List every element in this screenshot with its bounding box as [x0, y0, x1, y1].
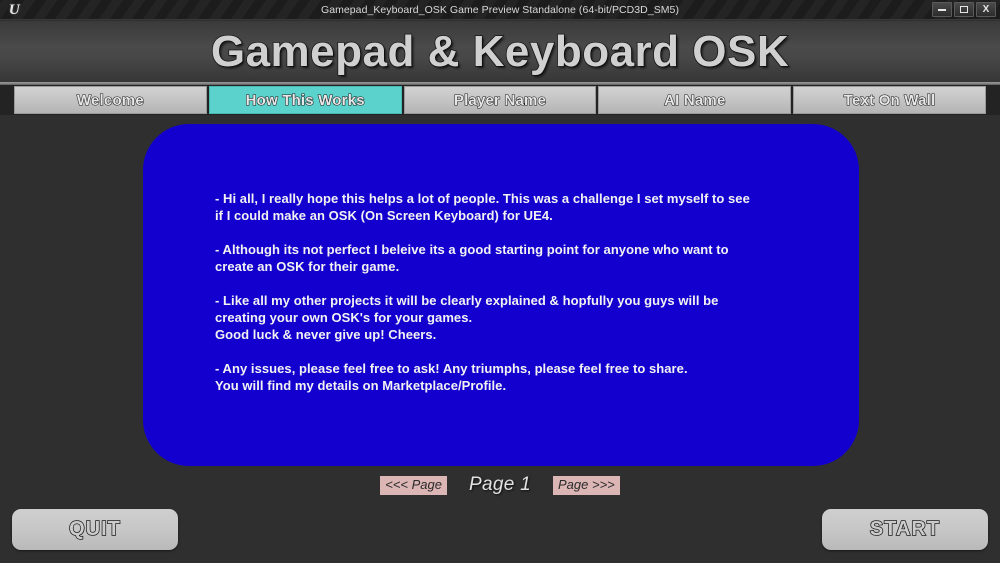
paragraph: - Although its not perfect I beleive its…: [215, 241, 809, 275]
tab-bar: Welcome How This Works Player Name AI Na…: [0, 85, 1000, 115]
panel-body-text: - Hi all, I really hope this helps a lot…: [215, 190, 809, 394]
text-line: - Hi all, I really hope this helps a lot…: [215, 191, 750, 206]
previous-page-button[interactable]: <<< Page: [380, 475, 447, 495]
page-title: Gamepad & Keyboard OSK: [210, 26, 790, 76]
next-page-button[interactable]: Page >>>: [553, 475, 620, 495]
tab-how-this-works[interactable]: How This Works: [208, 86, 402, 114]
start-button-label: START: [869, 517, 941, 541]
text-line: - Any issues, please feel free to ask! A…: [215, 361, 688, 376]
tab-label: How This Works: [245, 91, 365, 109]
tab-welcome[interactable]: Welcome: [14, 86, 207, 114]
game-preview-window: U Gamepad_Keyboard_OSK Game Preview Stan…: [0, 0, 1000, 563]
tab-player-name[interactable]: Player Name: [403, 86, 597, 114]
paragraph: - Hi all, I really hope this helps a lot…: [215, 190, 809, 224]
quit-button[interactable]: QUIT: [12, 509, 178, 550]
content-panel: - Hi all, I really hope this helps a lot…: [143, 124, 859, 466]
tab-label: AI Name: [664, 91, 726, 109]
minimize-button[interactable]: [932, 2, 952, 17]
unreal-engine-logo-icon: U: [8, 1, 20, 18]
paragraph: - Like all my other projects it will be …: [215, 292, 809, 343]
text-line: creating your own OSK's for your games.: [215, 310, 473, 325]
quit-button-label: QUIT: [68, 517, 121, 541]
close-button[interactable]: X: [976, 2, 996, 17]
tab-label: Player Name: [453, 91, 547, 109]
close-icon: X: [982, 3, 990, 15]
tab-ai-name[interactable]: AI Name: [598, 86, 792, 114]
text-line: if I could make an OSK (On Screen Keyboa…: [215, 208, 553, 223]
tab-label: Welcome: [76, 91, 144, 109]
window-titlebar: U Gamepad_Keyboard_OSK Game Preview Stan…: [0, 0, 1000, 20]
paragraph: - Any issues, please feel free to ask! A…: [215, 360, 809, 394]
page-indicator: Page 1: [468, 474, 532, 495]
text-line: Good luck & never give up! Cheers.: [215, 327, 437, 342]
start-button[interactable]: START: [822, 509, 988, 550]
text-line: create an OSK for their game.: [215, 259, 400, 274]
pagination: <<< Page Page 1 Page >>>: [0, 473, 1000, 497]
minimize-icon: [938, 8, 946, 11]
app-header: Gamepad & Keyboard OSK: [0, 21, 1000, 82]
window-controls: X: [932, 2, 996, 17]
tab-text-on-wall[interactable]: Text On Wall: [793, 86, 986, 114]
tab-label: Text On Wall: [843, 91, 936, 109]
window-title: Gamepad_Keyboard_OSK Game Preview Standa…: [321, 4, 679, 16]
text-line: - Although its not perfect I beleive its…: [215, 242, 729, 257]
text-line: You will find my details on Marketplace/…: [215, 378, 507, 393]
maximize-icon: [960, 6, 968, 13]
maximize-button[interactable]: [954, 2, 974, 17]
text-line: - Like all my other projects it will be …: [215, 293, 719, 308]
